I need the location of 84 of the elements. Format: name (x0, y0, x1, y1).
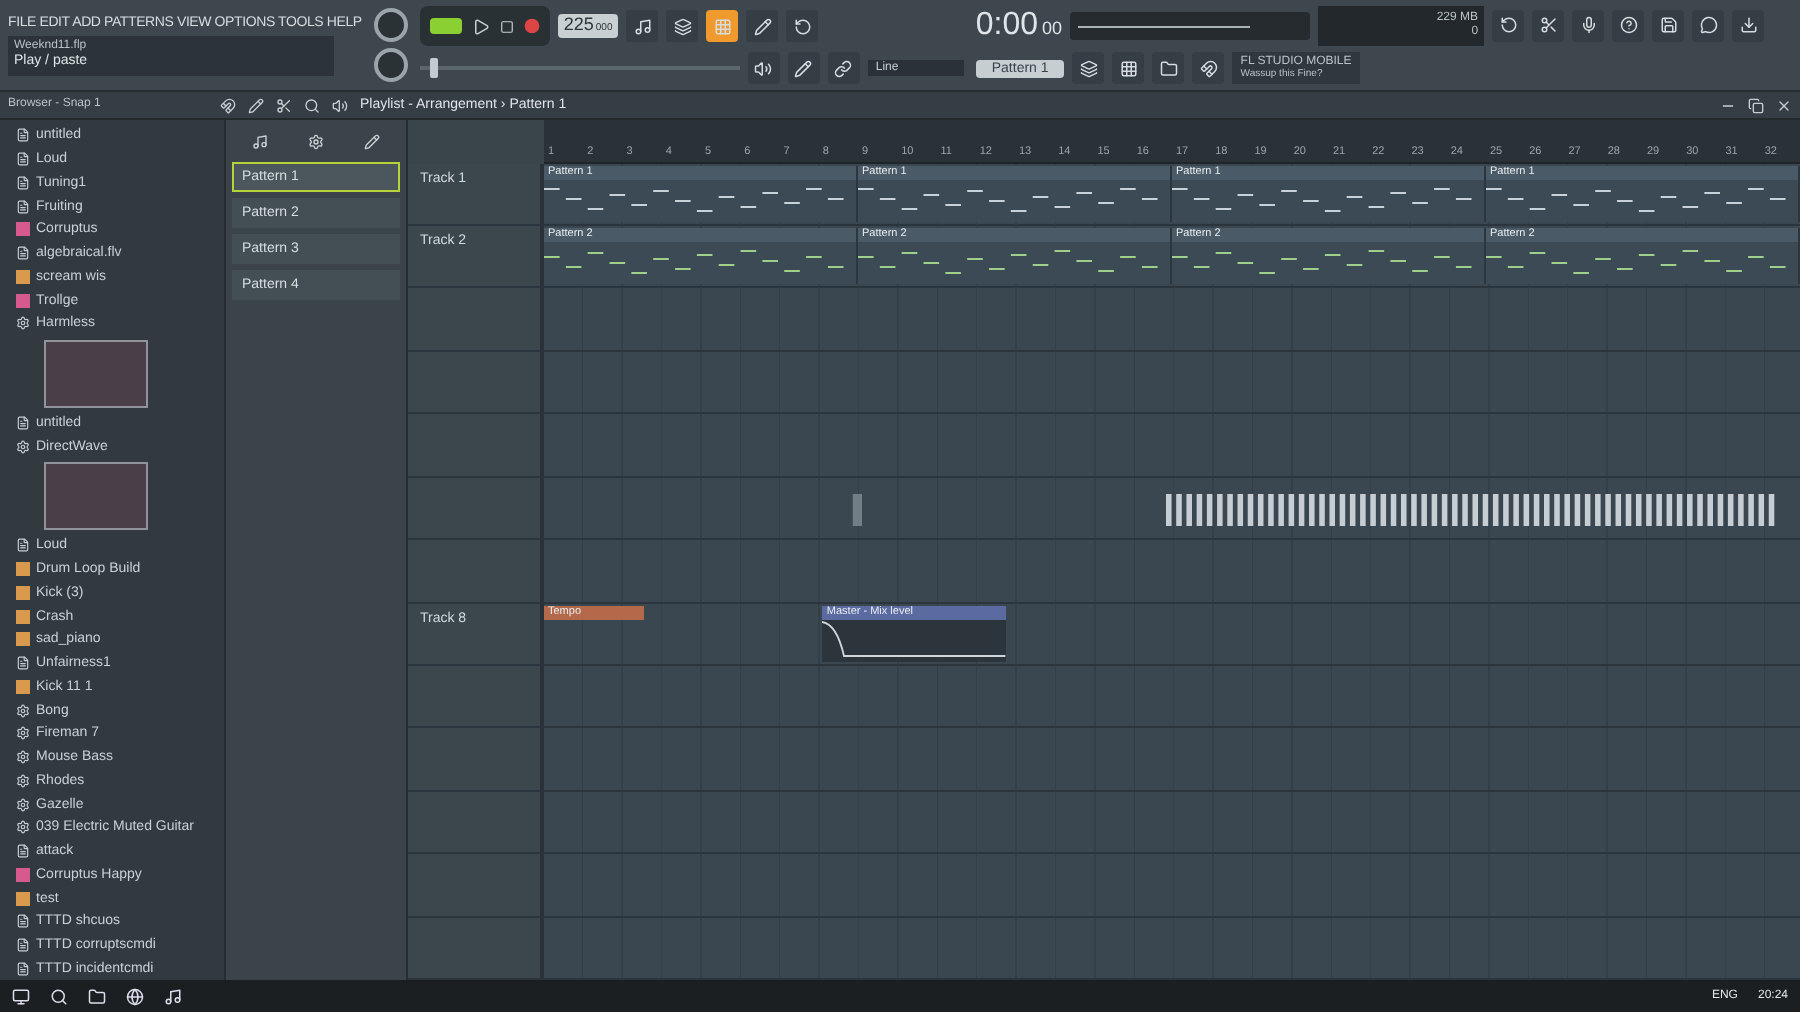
file-icon (16, 844, 30, 859)
volume-knob[interactable] (373, 8, 408, 42)
layers-icon (1079, 59, 1098, 77)
start-icon[interactable] (12, 987, 30, 1005)
magnet-icon[interactable] (220, 97, 236, 113)
close-icon[interactable] (1776, 97, 1792, 113)
stop-button[interactable] (499, 19, 514, 33)
gear-icon (16, 439, 30, 454)
gear-icon (16, 316, 30, 331)
loop-record-button[interactable] (786, 10, 819, 42)
file-icon (16, 656, 30, 671)
countdown-button[interactable] (706, 10, 739, 42)
audio-waveform-drawing (852, 493, 863, 527)
link-icon (834, 59, 853, 77)
gear-icon (16, 726, 30, 741)
playlist-button[interactable] (1072, 52, 1105, 84)
mixer-button[interactable] (747, 52, 780, 84)
undo-button[interactable] (1492, 9, 1525, 42)
pattern-song-switch[interactable] (429, 18, 462, 34)
file-icon (16, 175, 30, 190)
browser-button[interactable] (1152, 52, 1185, 84)
gear-icon (16, 797, 30, 812)
plugin-button[interactable] (1192, 52, 1225, 84)
grid-icon (1119, 59, 1138, 77)
record-button[interactable] (523, 18, 540, 34)
file-icon (16, 914, 30, 929)
note-icon[interactable] (164, 987, 182, 1005)
gear-icon (16, 820, 30, 835)
folder-icon (1159, 59, 1178, 77)
loop-icon (793, 17, 812, 35)
pencil-icon (753, 17, 772, 35)
play-button[interactable] (471, 17, 490, 35)
save-icon (1659, 16, 1678, 35)
microphone-button[interactable] (1572, 9, 1605, 42)
song-time: 0:00 00 (975, 8, 1063, 44)
cut-button[interactable] (1532, 9, 1565, 42)
note-icon[interactable] (252, 134, 268, 150)
speaker-icon[interactable] (332, 97, 348, 113)
audio-file-icon (16, 222, 30, 237)
chat-icon (1699, 16, 1718, 35)
restore-icon[interactable] (1748, 97, 1764, 113)
channel-rack-button[interactable] (1112, 52, 1145, 84)
file-icon (16, 128, 30, 143)
scissors-icon (1539, 16, 1558, 35)
search-icon[interactable] (50, 987, 68, 1005)
audio-file-icon (16, 679, 30, 694)
pitch-knob[interactable] (373, 48, 408, 82)
scissors-icon[interactable] (276, 97, 292, 113)
zoom-icon[interactable] (304, 97, 320, 113)
chat-button[interactable] (1692, 9, 1725, 42)
piano-roll-button[interactable] (787, 52, 820, 84)
pencil-icon[interactable] (248, 97, 264, 113)
undo-icon (1499, 16, 1518, 35)
file-icon (16, 961, 30, 976)
pencil-icon[interactable] (364, 134, 380, 150)
metronome-button[interactable] (626, 10, 659, 42)
grid-icon (713, 17, 732, 35)
layers-icon (673, 17, 692, 35)
microphone-icon (1579, 16, 1598, 35)
file-icon (16, 199, 30, 214)
file-icon (16, 415, 30, 430)
globe-icon[interactable] (126, 987, 144, 1005)
pencil-icon (794, 59, 813, 77)
speaker-icon (754, 59, 773, 77)
magnet-icon (1199, 59, 1218, 77)
file-icon (16, 538, 30, 553)
file-icon (16, 152, 30, 167)
help-icon (1619, 16, 1638, 35)
pitch-slider-thumb[interactable] (429, 58, 438, 78)
wait-button[interactable] (666, 10, 699, 42)
download-button[interactable] (1732, 9, 1765, 42)
help-button[interactable] (1612, 9, 1645, 42)
folder-icon[interactable] (88, 987, 106, 1005)
save-button[interactable] (1652, 9, 1685, 42)
file-icon (16, 246, 30, 261)
gear-icon (16, 703, 30, 718)
download-icon (1739, 16, 1758, 35)
gear-icon (16, 750, 30, 765)
gear-icon[interactable] (308, 134, 324, 150)
gear-icon (16, 773, 30, 788)
file-icon (16, 938, 30, 953)
step-edit-button[interactable] (746, 10, 779, 42)
note-icon (633, 17, 652, 35)
link-button[interactable] (827, 52, 860, 84)
